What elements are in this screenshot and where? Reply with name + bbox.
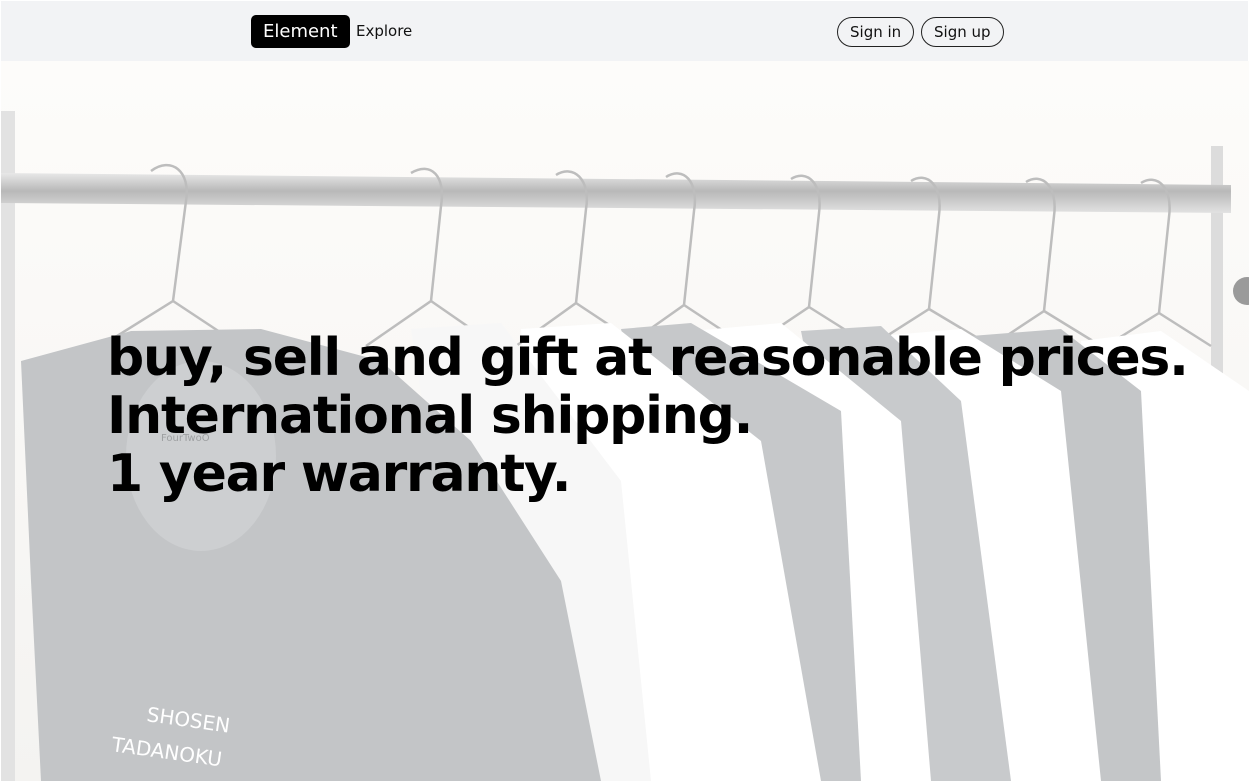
landing-page: Element Explore Sign in Sign up FourTwoO… xyxy=(0,0,1249,781)
hero-headline-line1: buy, sell and gift at reasonable prices. xyxy=(107,328,1189,388)
sign-up-button[interactable]: Sign up xyxy=(921,17,1004,47)
rack-right-post xyxy=(1211,146,1223,396)
hero-headline: buy, sell and gift at reasonable prices.… xyxy=(107,328,1189,504)
hero-headline-line2: International shipping. xyxy=(107,386,753,446)
brand-logo-button[interactable]: Element xyxy=(251,15,350,48)
sign-in-button[interactable]: Sign in xyxy=(837,17,915,47)
hero-headline-line3: 1 year warranty. xyxy=(107,444,572,504)
hero-section: FourTwoO SHOSEN TADANOKU buy, sell and g… xyxy=(1,61,1249,781)
rack-left-post xyxy=(1,111,15,781)
nav-link-explore[interactable]: Explore xyxy=(356,15,412,48)
top-navbar: Element Explore Sign in Sign up xyxy=(1,1,1248,61)
